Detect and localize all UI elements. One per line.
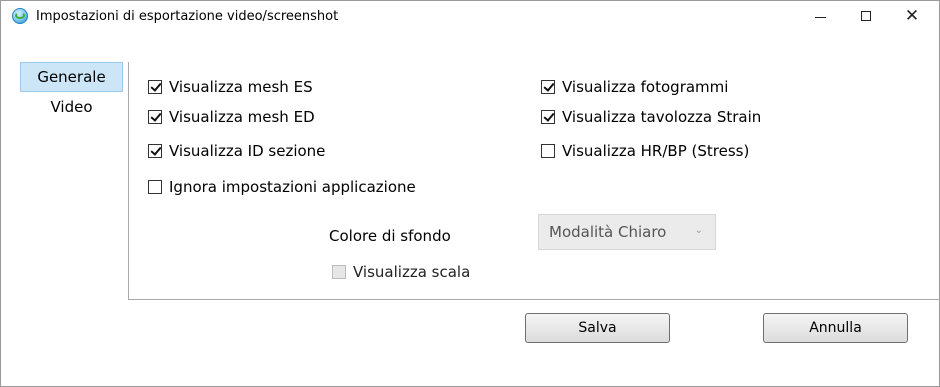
scala-checkbox <box>332 265 346 279</box>
maximize-icon <box>861 11 871 21</box>
tavolozza-strain-checkbox[interactable] <box>541 110 555 124</box>
minimize-icon <box>814 16 826 18</box>
cancel-button[interactable]: Annulla <box>763 313 908 343</box>
scala-label: Visualizza scala <box>353 263 471 281</box>
id-sezione-checkbox[interactable] <box>148 144 162 158</box>
ignora-impostazioni-checkbox[interactable] <box>148 180 162 194</box>
fotogrammi-checkbox[interactable] <box>541 80 555 94</box>
save-button[interactable]: Salva <box>525 313 670 343</box>
option-mesh-ed[interactable]: Visualizza mesh ED <box>148 108 315 126</box>
option-scala: Visualizza scala <box>332 263 470 281</box>
mesh-ed-checkbox[interactable] <box>148 110 162 124</box>
close-button[interactable]: ✕ <box>889 1 935 31</box>
mesh-ed-label: Visualizza mesh ED <box>169 108 315 126</box>
tab-video[interactable]: Video <box>20 92 123 122</box>
maximize-button[interactable] <box>843 1 889 31</box>
chevron-down-icon: ⌄ <box>694 225 703 236</box>
option-hr-bp[interactable]: Visualizza HR/BP (Stress) <box>541 142 749 160</box>
minimize-button[interactable] <box>797 1 843 31</box>
fotogrammi-label: Visualizza fotogrammi <box>562 78 729 96</box>
hr-bp-checkbox[interactable] <box>541 144 555 158</box>
mesh-es-label: Visualizza mesh ES <box>169 78 313 96</box>
close-icon: ✕ <box>904 6 920 26</box>
mesh-es-checkbox[interactable] <box>148 80 162 94</box>
ignora-impostazioni-label: Ignora impostazioni applicazione <box>169 178 416 196</box>
option-ignora-impostazioni[interactable]: Ignora impostazioni applicazione <box>148 178 416 196</box>
title-bar: Impostazioni di esportazione video/scree… <box>1 1 939 31</box>
tab-generale[interactable]: Generale <box>20 62 123 92</box>
option-tavolozza-strain[interactable]: Visualizza tavolozza Strain <box>541 108 761 126</box>
app-logo-icon <box>12 8 28 24</box>
option-id-sezione[interactable]: Visualizza ID sezione <box>148 142 325 160</box>
id-sezione-label: Visualizza ID sezione <box>169 142 326 160</box>
window-title: Impostazioni di esportazione video/scree… <box>36 9 339 24</box>
tavolozza-strain-label: Visualizza tavolozza Strain <box>562 108 762 126</box>
option-fotogrammi[interactable]: Visualizza fotogrammi <box>541 78 728 96</box>
option-mesh-es[interactable]: Visualizza mesh ES <box>148 78 313 96</box>
hr-bp-label: Visualizza HR/BP (Stress) <box>562 142 750 160</box>
background-color-label: Colore di sfondo <box>329 227 451 245</box>
background-color-value: Modalità Chiaro <box>549 223 667 241</box>
export-settings-dialog: Impostazioni di esportazione video/scree… <box>0 0 940 387</box>
background-color-select[interactable]: Modalità Chiaro ⌄ <box>538 214 716 250</box>
